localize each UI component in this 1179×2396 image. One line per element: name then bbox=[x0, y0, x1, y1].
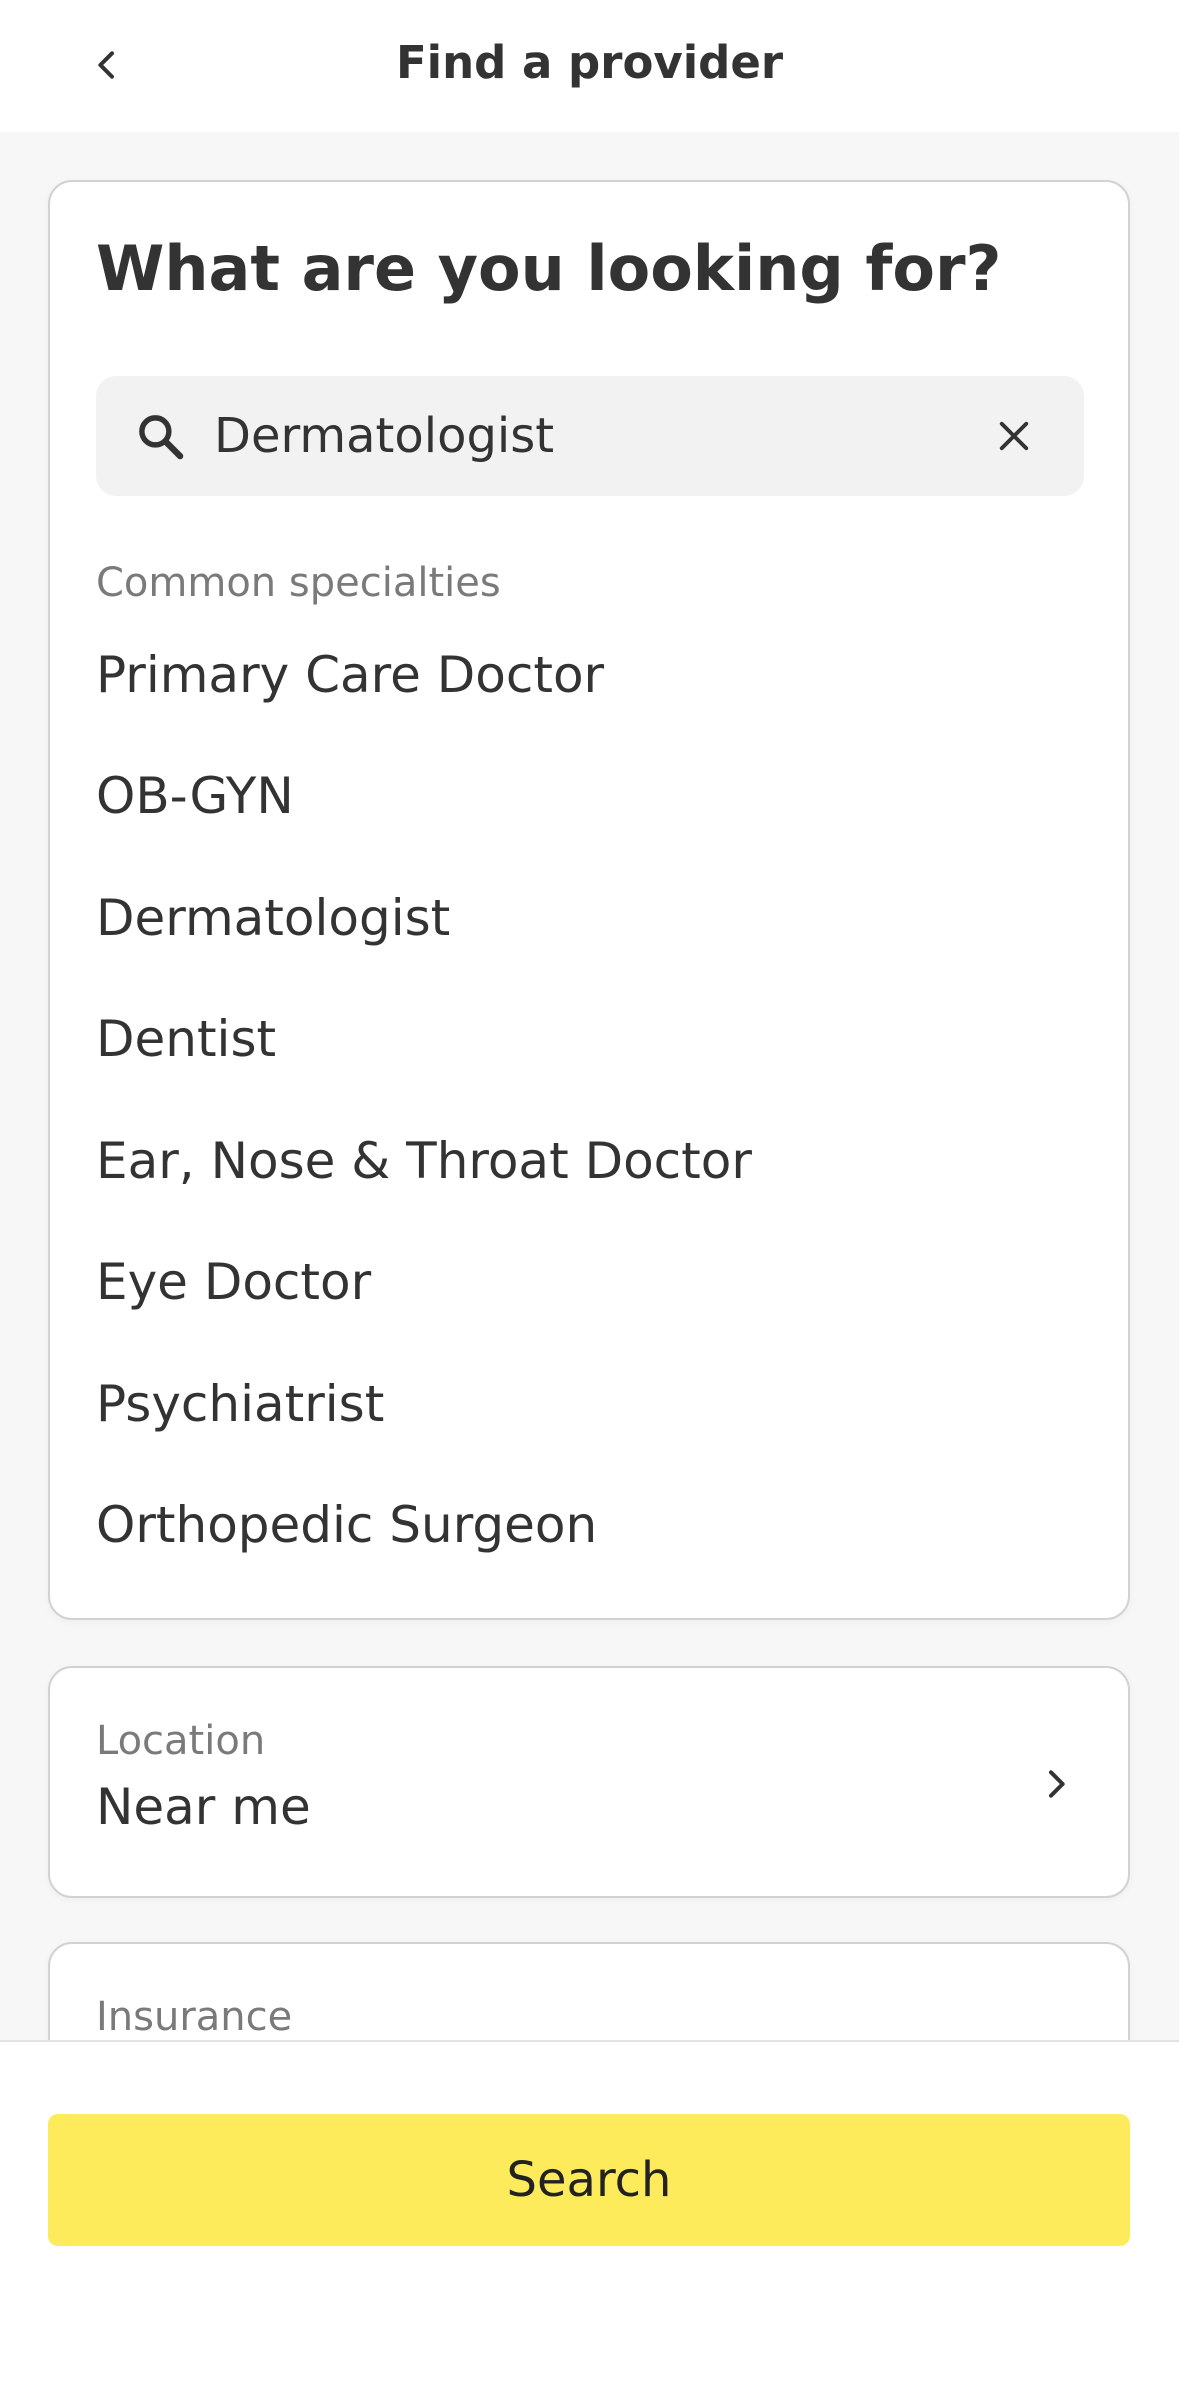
specialty-item-ob-gyn[interactable]: OB-GYN bbox=[96, 736, 1084, 858]
specialty-item-orthopedic[interactable]: Orthopedic Surgeon bbox=[96, 1465, 1084, 1587]
insurance-label: Insurance bbox=[96, 1994, 293, 2040]
search-input[interactable] bbox=[214, 396, 954, 476]
specialty-search-card: What are you looking for? Common special… bbox=[48, 180, 1130, 1620]
search-icon bbox=[139, 415, 184, 460]
close-icon bbox=[999, 421, 1029, 451]
search-button[interactable]: Search bbox=[48, 2114, 1130, 2246]
section-label: Common specialties bbox=[96, 560, 501, 606]
specialty-item-ent[interactable]: Ear, Nose & Throat Doctor bbox=[96, 1100, 1084, 1222]
specialty-item-dermatologist[interactable]: Dermatologist bbox=[96, 857, 1084, 979]
card-title: What are you looking for? bbox=[96, 232, 1002, 305]
location-value: Near me bbox=[96, 1778, 311, 1836]
location-label: Location bbox=[96, 1718, 266, 1764]
location-field[interactable]: Location Near me bbox=[48, 1666, 1130, 1898]
specialty-list: Primary Care Doctor OB-GYN Dermatologist… bbox=[96, 614, 1084, 1586]
app-header: Find a provider bbox=[0, 0, 1179, 132]
specialty-item-dentist[interactable]: Dentist bbox=[96, 979, 1084, 1101]
bottom-action-bar: Search bbox=[0, 2040, 1179, 2396]
specialty-item-psychiatrist[interactable]: Psychiatrist bbox=[96, 1343, 1084, 1465]
specialty-item-eye-doctor[interactable]: Eye Doctor bbox=[96, 1222, 1084, 1344]
chevron-right-icon bbox=[1049, 1770, 1065, 1798]
clear-search-button[interactable] bbox=[984, 406, 1044, 466]
specialty-item-primary-care[interactable]: Primary Care Doctor bbox=[96, 614, 1084, 736]
page-title: Find a provider bbox=[395, 36, 784, 89]
search-box[interactable] bbox=[96, 376, 1084, 496]
location-chevron bbox=[1028, 1756, 1084, 1812]
